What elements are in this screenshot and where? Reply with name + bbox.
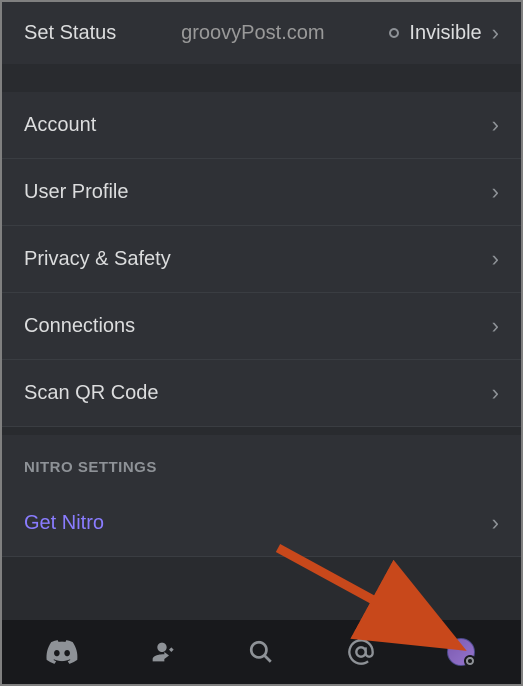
chevron-right-icon: › (492, 380, 499, 406)
discord-logo-icon[interactable] (42, 632, 82, 672)
set-status-label: Set Status (24, 22, 116, 45)
menu-item-label: Connections (24, 315, 135, 338)
status-value: Invisible (409, 22, 481, 45)
profile-avatar-button[interactable] (441, 632, 481, 672)
current-status[interactable]: Invisible › (389, 20, 499, 46)
chevron-right-icon: › (492, 313, 499, 339)
section-spacer (2, 427, 521, 435)
chevron-right-icon: › (492, 112, 499, 138)
menu-item-label: Get Nitro (24, 512, 104, 535)
nitro-section-header: NITRO SETTINGS (2, 435, 521, 490)
menu-item-scan-qr[interactable]: Scan QR Code › (2, 360, 521, 427)
chevron-right-icon: › (492, 246, 499, 272)
invisible-dot-icon (389, 28, 399, 38)
menu-item-label: Privacy & Safety (24, 248, 171, 271)
chevron-right-icon: › (492, 179, 499, 205)
menu-item-account[interactable]: Account › (2, 92, 521, 159)
menu-item-label: User Profile (24, 181, 128, 204)
chevron-right-icon: › (492, 510, 499, 536)
menu-item-label: Account (24, 114, 96, 137)
menu-item-get-nitro[interactable]: Get Nitro › (2, 490, 521, 557)
friends-icon[interactable] (142, 632, 182, 672)
menu-item-user-profile[interactable]: User Profile › (2, 159, 521, 226)
avatar-icon (447, 638, 475, 666)
section-spacer (2, 557, 521, 620)
mentions-icon[interactable] (341, 632, 381, 672)
section-spacer (2, 64, 521, 92)
chevron-right-icon: › (492, 20, 499, 46)
menu-item-connections[interactable]: Connections › (2, 293, 521, 360)
status-row[interactable]: Set Status groovyPost.com Invisible › (2, 2, 521, 64)
watermark-text: groovyPost.com (116, 22, 389, 45)
menu-item-privacy-safety[interactable]: Privacy & Safety › (2, 226, 521, 293)
menu-item-label: Scan QR Code (24, 382, 159, 405)
search-icon[interactable] (241, 632, 281, 672)
bottom-nav (2, 620, 521, 684)
